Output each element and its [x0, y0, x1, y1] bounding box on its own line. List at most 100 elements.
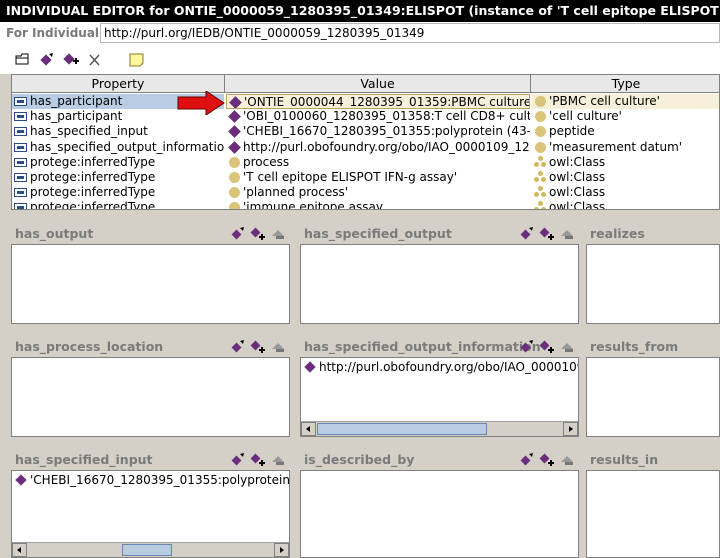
property-label: protege:inferredType: [30, 154, 156, 169]
type-cell[interactable]: 'PBMC cell culture': [532, 94, 719, 109]
type-cell[interactable]: peptide: [532, 124, 719, 139]
edit-value-icon[interactable]: [519, 453, 535, 467]
scroll-right-icon[interactable]: [563, 422, 578, 436]
edit-icon[interactable]: [38, 52, 56, 68]
property-value-table: Property Value Type has_participant 'ONTI…: [11, 74, 720, 210]
class-circle-icon: [229, 172, 240, 183]
type-cell[interactable]: owl:Class: [532, 185, 719, 200]
scrollbar-thumb[interactable]: [122, 544, 172, 556]
horizontal-scrollbar[interactable]: [301, 421, 578, 436]
individual-uri-field[interactable]: http://purl.org/IEDB/ONTIE_0000059_12803…: [100, 23, 720, 43]
value-cell[interactable]: 'CHEBI_16670_1280395_01355:polyprotein (…: [226, 124, 530, 139]
panel-title: results_from: [590, 339, 679, 354]
owl-class-icon: [534, 155, 546, 168]
class-circle-icon: [535, 96, 546, 107]
table-row[interactable]: has_specified_output_information http://p…: [12, 140, 719, 155]
panel-title: results_in: [590, 452, 659, 467]
add-value-icon[interactable]: [250, 453, 266, 467]
list-item[interactable]: http://purl.obofoundry.org/obo/IAO_00001…: [303, 359, 578, 375]
list-item[interactable]: 'CHEBI_16670_1280395_01355:polyprotein (…: [14, 472, 289, 488]
table-row[interactable]: has_participant 'ONTIE_0000044_1280395_01…: [12, 94, 719, 109]
remove-value-icon[interactable]: [559, 453, 575, 467]
edit-value-icon[interactable]: [230, 340, 246, 354]
value-cell[interactable]: 'ONTIE_0000044_1280395_01359:PBMC cultur…: [226, 94, 530, 109]
value-cell[interactable]: 'OBI_0100060_1280395_01358:T cell CD8+ c…: [226, 109, 530, 124]
type-cell[interactable]: owl:Class: [532, 200, 719, 209]
panel-title: has_output: [15, 226, 94, 241]
value-label: 'T cell epitope ELISPOT IFN-g assay': [243, 170, 458, 184]
panel-value-list[interactable]: [586, 244, 720, 324]
class-circle-icon: [535, 141, 546, 153]
property-label: has_participant: [30, 94, 123, 108]
property-icon: [14, 157, 27, 167]
panel-toolbar: [230, 339, 290, 355]
class-circle-icon: [535, 111, 546, 123]
table-row[interactable]: protege:inferredType 'immune epitope assa…: [12, 200, 719, 209]
remove-value-icon[interactable]: [559, 227, 575, 241]
remove-value-icon[interactable]: [270, 453, 286, 467]
panel-value-list[interactable]: [11, 244, 290, 324]
type-cell[interactable]: 'measurement datum': [532, 140, 719, 155]
table-row[interactable]: protege:inferredType 'T cell epitope ELIS…: [12, 170, 719, 185]
type-label: owl:Class: [549, 154, 606, 169]
note-icon[interactable]: [128, 52, 146, 68]
remove-value-icon[interactable]: [559, 340, 575, 354]
individual-label: For Individual:: [6, 26, 104, 40]
property-icon: [14, 188, 27, 198]
panel-value-list[interactable]: 'CHEBI_16670_1280395_01355:polyprotein (…: [11, 470, 290, 558]
table-row[interactable]: has_specified_input 'CHEBI_16670_1280395_…: [12, 124, 719, 139]
property-cell[interactable]: has_specified_output_information: [12, 140, 224, 155]
value-label: 'ONTIE_0000044_1280395_01359:PBMC cultur…: [244, 95, 530, 109]
property-icon: [14, 203, 27, 209]
scroll-left-icon[interactable]: [12, 543, 27, 557]
delete-icon[interactable]: [86, 52, 104, 68]
value-label: process: [243, 154, 290, 169]
owl-class-icon: [534, 201, 546, 209]
remove-value-icon[interactable]: [270, 227, 286, 241]
add-value-icon[interactable]: [539, 340, 555, 354]
value-cell[interactable]: http://purl.obofoundry.org/obo/IAO_00001…: [226, 140, 530, 155]
column-header-value[interactable]: Value: [225, 75, 531, 93]
edit-value-icon[interactable]: [230, 227, 246, 241]
table-row[interactable]: has_participant 'OBI_0100060_1280395_0135…: [12, 109, 719, 124]
open-instance-icon[interactable]: [14, 52, 32, 68]
add-value-icon[interactable]: [539, 453, 555, 467]
add-value-icon[interactable]: [62, 52, 80, 68]
type-cell[interactable]: owl:Class: [532, 154, 719, 170]
property-cell[interactable]: has_specified_input: [12, 124, 224, 139]
edit-value-icon[interactable]: [230, 453, 246, 467]
column-header-type[interactable]: Type: [531, 75, 719, 93]
horizontal-scrollbar[interactable]: [12, 542, 289, 557]
remove-value-icon[interactable]: [270, 340, 286, 354]
panel-value-list[interactable]: [300, 470, 579, 558]
panel-value-list[interactable]: [586, 357, 720, 437]
value-label: http://purl.obofoundry.org/obo/IAO_00001…: [243, 139, 530, 154]
table-row[interactable]: protege:inferredType 'planned process' owl…: [12, 185, 719, 200]
type-cell[interactable]: 'cell culture': [532, 109, 719, 124]
value-cell[interactable]: 'planned process': [226, 185, 530, 200]
owl-class-icon: [534, 171, 546, 183]
value-cell[interactable]: process: [226, 155, 530, 170]
value-cell[interactable]: 'immune epitope assay: [226, 200, 530, 209]
property-cell[interactable]: protege:inferredType: [12, 185, 224, 200]
panel-value-list[interactable]: http://purl.obofoundry.org/obo/IAO_00001…: [300, 357, 579, 437]
property-cell[interactable]: protege:inferredType: [12, 170, 224, 185]
property-label: has_participant: [30, 109, 123, 124]
add-value-icon[interactable]: [250, 227, 266, 241]
add-value-icon[interactable]: [539, 227, 555, 241]
panel-value-list[interactable]: [586, 470, 720, 558]
panel-value-list[interactable]: [11, 357, 290, 437]
editor-toolbar: [0, 44, 720, 74]
property-cell[interactable]: protege:inferredType: [12, 200, 224, 209]
edit-value-icon[interactable]: [519, 227, 535, 241]
edit-value-icon[interactable]: [519, 340, 535, 354]
scroll-right-icon[interactable]: [274, 543, 289, 557]
type-cell[interactable]: owl:Class: [532, 170, 719, 185]
property-cell[interactable]: protege:inferredType: [12, 155, 224, 170]
value-cell[interactable]: 'T cell epitope ELISPOT IFN-g assay': [226, 170, 530, 185]
scroll-left-icon[interactable]: [301, 422, 316, 436]
panel-value-list[interactable]: [300, 244, 579, 324]
add-value-icon[interactable]: [250, 340, 266, 354]
table-row[interactable]: protege:inferredType process owl:Class: [12, 154, 719, 170]
scrollbar-thumb[interactable]: [317, 423, 487, 435]
